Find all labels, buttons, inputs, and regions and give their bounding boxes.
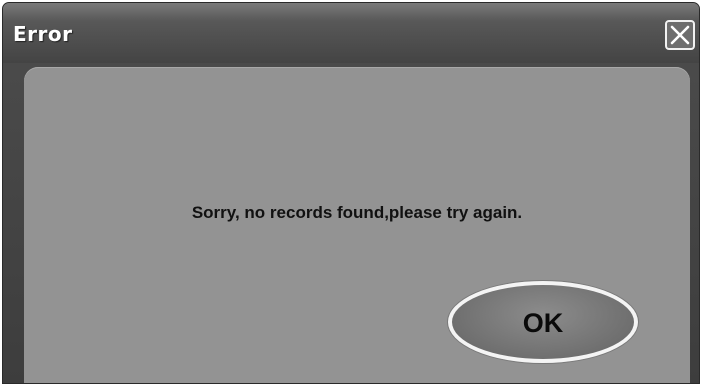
dialog-title: Error [13,22,73,46]
close-icon [670,25,690,45]
error-message: Sorry, no records found,please try again… [191,203,523,222]
ok-button[interactable]: OK [448,281,638,363]
ok-button-label: OK [522,307,564,338]
title-bar: Error [3,3,699,63]
close-button[interactable] [665,20,695,50]
content-panel: Sorry, no records found,please try again… [24,67,690,383]
error-dialog: Error Sorry, no records found,please try… [2,2,700,384]
